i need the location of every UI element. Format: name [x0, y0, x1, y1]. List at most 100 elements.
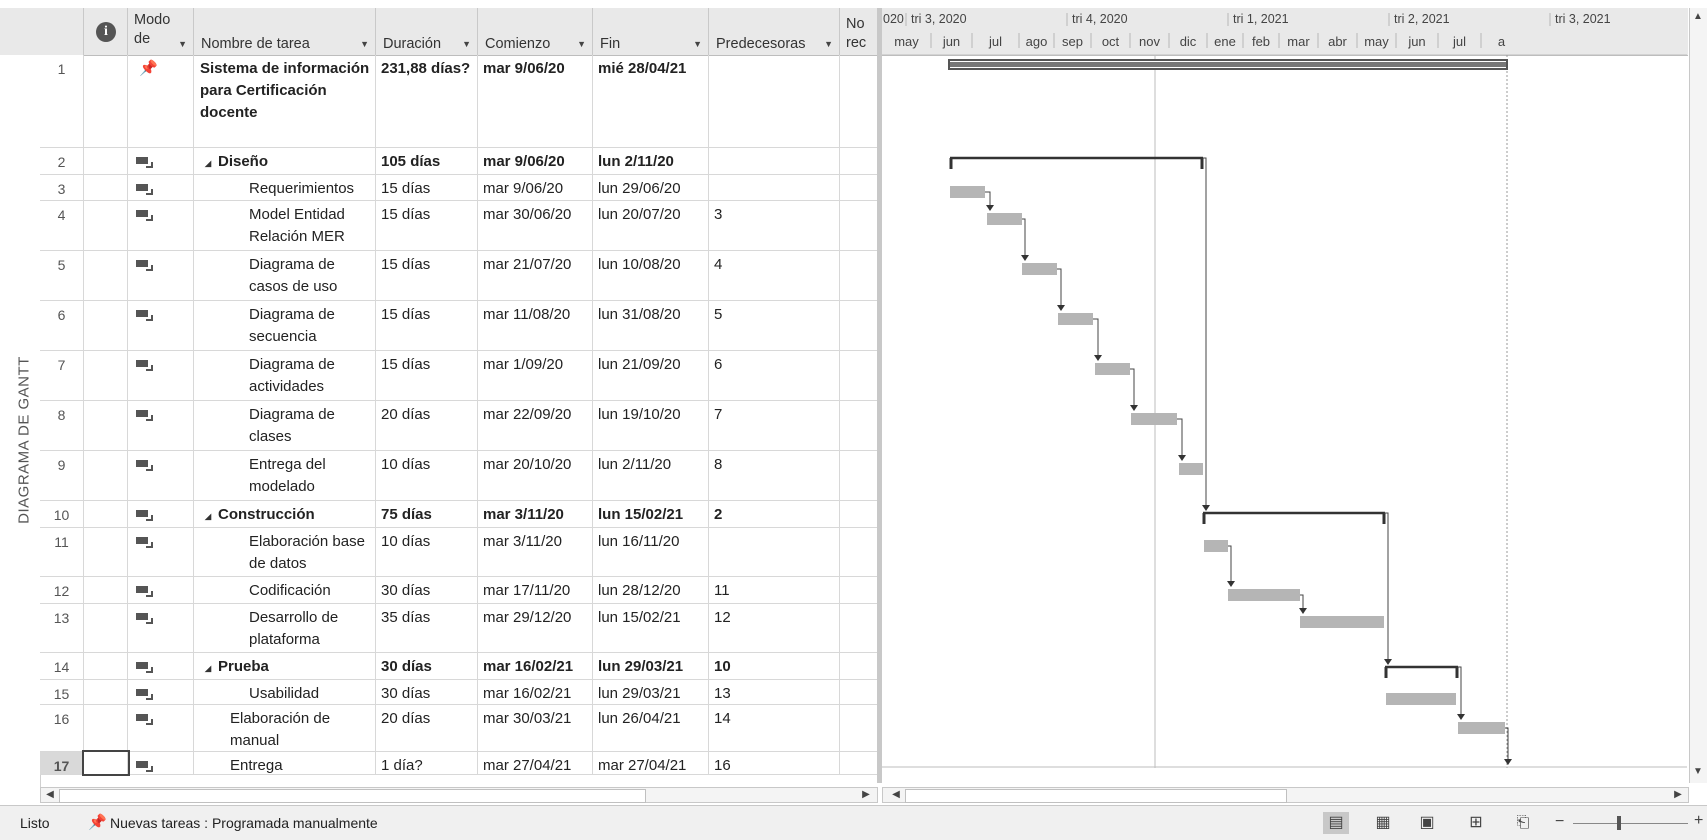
row-number[interactable]: 14	[40, 653, 84, 679]
pred-cell[interactable]	[709, 528, 840, 576]
end-cell[interactable]: lun 20/07/20	[593, 201, 709, 250]
new-tasks-mode-status[interactable]: Nuevas tareas : Programada manualmente	[110, 815, 378, 831]
collapse-triangle-icon[interactable]: ◢	[205, 506, 211, 527]
sheet-horizontal-scrollbar[interactable]: ◀ ▶	[40, 787, 878, 803]
row-number[interactable]: 9	[40, 451, 84, 500]
pred-cell[interactable]	[709, 55, 840, 147]
end-cell[interactable]: lun 2/11/20	[593, 148, 709, 174]
start-cell[interactable]: mar 30/06/20	[478, 201, 593, 250]
duration-cell[interactable]: 20 días	[376, 401, 478, 450]
table-row[interactable]: 11 Elaboración base de datos 10 días mar 3/…	[40, 528, 878, 577]
resources-cell[interactable]	[840, 501, 878, 527]
task-mode-cell[interactable]	[128, 528, 194, 576]
collapse-triangle-icon[interactable]: ◢	[205, 658, 211, 679]
task-name-cell[interactable]: Diagrama de casos de uso	[194, 251, 376, 300]
task-mode-cell[interactable]: 📌	[128, 55, 194, 147]
table-row[interactable]: 13 Desarrollo de plataforma 35 días mar 29/…	[40, 604, 878, 653]
start-cell[interactable]: mar 29/12/20	[478, 604, 593, 652]
end-cell[interactable]: lun 29/03/21	[593, 653, 709, 679]
table-row[interactable]: 9 Entrega del modelado 10 días mar 20/10/20…	[40, 451, 878, 501]
duration-cell[interactable]: 15 días	[376, 251, 478, 300]
pred-cell[interactable]: 13	[709, 680, 840, 704]
duration-cell[interactable]: 15 días	[376, 301, 478, 350]
resources-cell[interactable]	[840, 401, 878, 450]
start-cell[interactable]: mar 9/06/20	[478, 148, 593, 174]
task-mode-cell[interactable]	[128, 653, 194, 679]
project-summary-bar-fill[interactable]	[950, 62, 1506, 67]
resources-cell[interactable]	[840, 451, 878, 500]
task-name-cell[interactable]: ◢ Construcción	[194, 501, 376, 527]
row-number[interactable]: 3	[40, 175, 84, 200]
task-mode-cell[interactable]	[128, 705, 194, 751]
pred-cell[interactable]: 2	[709, 501, 840, 527]
end-cell[interactable]: lun 2/11/20	[593, 451, 709, 500]
task-mode-column-header[interactable]: Modo de ▼	[128, 8, 194, 55]
indicator-cell[interactable]	[82, 750, 130, 776]
indicator-cell[interactable]	[84, 55, 128, 147]
start-cell[interactable]: mar 11/08/20	[478, 301, 593, 350]
task-bar[interactable]	[1058, 313, 1093, 325]
gantt-horizontal-scrollbar[interactable]: ◀ ▶	[882, 787, 1689, 803]
indicator-cell[interactable]	[84, 401, 128, 450]
task-mode-cell[interactable]	[128, 175, 194, 200]
resources-cell[interactable]	[840, 201, 878, 250]
task-name-cell[interactable]: Entrega del modelado	[194, 451, 376, 500]
table-row[interactable]: 6 Diagrama de secuencia 15 días mar 11/08/2…	[40, 301, 878, 351]
task-mode-cell[interactable]	[128, 577, 194, 603]
duration-cell[interactable]: 1 día?	[376, 752, 478, 774]
end-cell[interactable]: lun 19/10/20	[593, 401, 709, 450]
row-number[interactable]: 13	[40, 604, 84, 652]
task-name-cell[interactable]: Diagrama de secuencia	[194, 301, 376, 350]
task-mode-cell[interactable]	[128, 148, 194, 174]
resources-cell[interactable]	[840, 653, 878, 679]
scroll-thumb[interactable]	[59, 789, 646, 803]
duration-cell[interactable]: 15 días	[376, 351, 478, 400]
task-name-cell[interactable]: ◢ Diseño	[194, 148, 376, 174]
task-name-cell[interactable]: Diagrama de clases	[194, 401, 376, 450]
table-row[interactable]: 16 Elaboración de manual 20 días mar 30/03/…	[40, 705, 878, 752]
chevron-down-icon[interactable]: ▼	[462, 39, 471, 49]
row-number[interactable]: 1	[40, 55, 84, 147]
pred-cell[interactable]: 3	[709, 201, 840, 250]
task-name-cell[interactable]: Model Entidad Relación MER	[194, 201, 376, 250]
row-number[interactable]: 16	[40, 705, 84, 751]
task-name-column-header[interactable]: Nombre de tarea ▼	[194, 8, 376, 55]
duration-cell[interactable]: 20 días	[376, 705, 478, 751]
zoom-slider[interactable]	[1573, 823, 1688, 824]
pred-cell[interactable]: 14	[709, 705, 840, 751]
task-bar[interactable]	[1204, 540, 1228, 552]
resources-cell[interactable]	[840, 528, 878, 576]
start-cell[interactable]: mar 16/02/21	[478, 680, 593, 704]
end-cell[interactable]: mar 27/04/21	[593, 752, 709, 774]
zoom-in-icon[interactable]: +	[1694, 812, 1703, 830]
table-row[interactable]: 17 Entrega 1 día? mar 27/04/21 mar 27/04/21 1…	[40, 750, 878, 776]
chevron-down-icon[interactable]: ▼	[824, 39, 833, 49]
resources-cell[interactable]	[840, 705, 878, 751]
task-bar[interactable]	[1300, 616, 1384, 628]
table-row[interactable]: 1 📌 ◢Sistema de información para Certifica…	[40, 55, 878, 148]
end-cell[interactable]: lun 15/02/21	[593, 501, 709, 527]
chevron-down-icon[interactable]: ▼	[360, 39, 369, 49]
end-cell[interactable]: lun 15/02/21	[593, 604, 709, 652]
table-row[interactable]: 10 ◢ Construcción 75 días mar 3/11/20 lun 15/…	[40, 501, 878, 528]
gantt-view-icon[interactable]: ▤	[1323, 812, 1349, 834]
duration-cell[interactable]: 10 días	[376, 528, 478, 576]
scroll-left-icon[interactable]: ◀	[889, 788, 903, 802]
row-number[interactable]: 6	[40, 301, 84, 350]
indicator-cell[interactable]	[84, 705, 128, 751]
start-column-header[interactable]: Comienzo ▼	[478, 8, 593, 55]
row-number[interactable]: 5	[40, 251, 84, 300]
indicator-cell[interactable]	[84, 577, 128, 603]
indicator-cell[interactable]	[84, 680, 128, 704]
end-cell[interactable]: lun 31/08/20	[593, 301, 709, 350]
duration-column-header[interactable]: Duración ▼	[376, 8, 478, 55]
task-name-cell[interactable]: Usabilidad	[194, 680, 376, 704]
resources-cell[interactable]	[840, 680, 878, 704]
task-bar[interactable]	[1228, 589, 1300, 601]
resources-column-header[interactable]: No rec	[840, 8, 878, 55]
start-cell[interactable]: mar 27/04/21	[478, 752, 593, 774]
table-row[interactable]: 4 Model Entidad Relación MER 15 días mar 30…	[40, 201, 878, 251]
duration-cell[interactable]: 35 días	[376, 604, 478, 652]
task-bar[interactable]	[950, 186, 985, 198]
row-number[interactable]: 7	[40, 351, 84, 400]
